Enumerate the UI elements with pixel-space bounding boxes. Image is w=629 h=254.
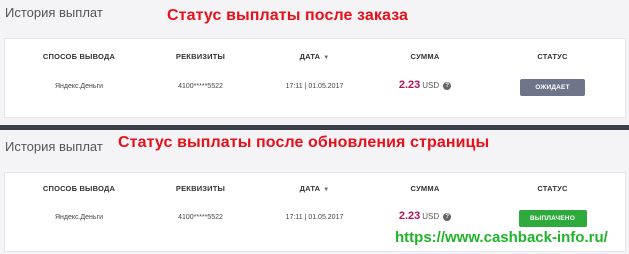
header-requisites: РЕКВИЗИТЫ <box>175 52 226 61</box>
header-date[interactable]: ДАТА ▼ <box>267 52 362 61</box>
payout-history-before: История выплат Статус выплаты после зака… <box>0 0 629 125</box>
status-badge: ВЫПЛАЧЕНО <box>518 210 587 227</box>
payout-table: СПОСОБ ВЫВОДА РЕКВИЗИТЫ ДАТА ▼ СУММА СТАТ… <box>4 38 626 118</box>
help-icon[interactable]: ? <box>443 213 452 221</box>
header-date-label: ДАТА <box>299 184 321 193</box>
header-date[interactable]: ДАТА ▼ <box>267 184 362 193</box>
annotation-after: Статус выплаты после обновления страницы <box>118 134 490 151</box>
sort-caret-icon[interactable]: ▼ <box>323 187 329 193</box>
row-requisites: 4100*****5522 <box>178 214 223 221</box>
row-sum: 2.23 USD? <box>365 210 485 222</box>
header-method: СПОСОБ ВЫВОДА <box>42 52 116 61</box>
amount-value: 2.23 <box>398 79 421 91</box>
sort-caret-icon[interactable]: ▼ <box>323 55 329 61</box>
row-method: Яндекс.Деньги <box>54 83 104 90</box>
row-status: ВЫПЛАЧЕНО <box>475 210 629 227</box>
help-icon[interactable]: ? <box>443 82 452 90</box>
amount-currency: USD <box>422 81 440 90</box>
header-method: СПОСОБ ВЫВОДА <box>42 184 116 193</box>
amount-value: 2.23 <box>398 210 421 222</box>
status-badge: ОЖИДАЕТ <box>520 79 585 96</box>
amount-currency: USD <box>422 212 440 221</box>
source-link[interactable]: https://www.cashback-info.ru/ <box>395 229 608 246</box>
row-date: 17:11 | 01.05.2017 <box>285 83 344 90</box>
header-requisites: РЕКВИЗИТЫ <box>175 184 226 193</box>
annotation-before: Статус выплаты после заказа <box>167 7 409 24</box>
row-date: 17:11 | 01.05.2017 <box>285 214 344 221</box>
header-status: СТАТУС <box>537 52 568 61</box>
header-sum: СУММА <box>410 52 440 61</box>
page-title: История выплат <box>5 139 103 154</box>
row-method: Яндекс.Деньги <box>54 214 104 221</box>
page-title: История выплат <box>5 5 103 20</box>
row-requisites: 4100*****5522 <box>178 83 223 90</box>
row-sum: 2.23 USD? <box>365 79 485 91</box>
header-sum: СУММА <box>410 184 440 193</box>
header-status: СТАТУС <box>537 184 568 193</box>
row-status: ОЖИДАЕТ <box>475 79 629 96</box>
header-date-label: ДАТА <box>299 52 321 61</box>
